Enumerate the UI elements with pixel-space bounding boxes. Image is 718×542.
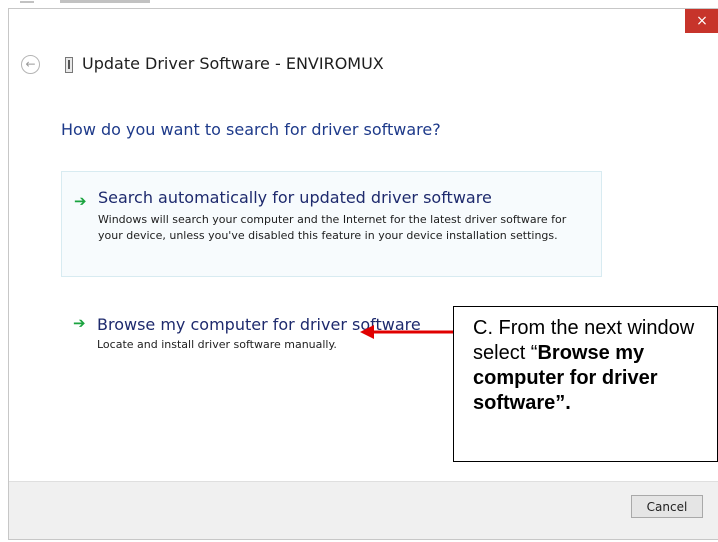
background-fragment xyxy=(20,1,34,3)
callout-line-1: C. From the next window xyxy=(473,317,695,339)
callout-line-2: select “Browse my computer for driver so… xyxy=(473,341,717,416)
callout-prefix: select “ xyxy=(473,342,538,364)
usb-device-icon xyxy=(65,57,73,73)
cancel-button[interactable]: Cancel xyxy=(631,495,703,518)
background-fragment xyxy=(60,0,150,3)
option-description: Windows will search your computer and th… xyxy=(98,213,567,242)
window-title: Update Driver Software - ENVIROMUX xyxy=(82,54,384,73)
green-arrow-icon: ➔ xyxy=(73,314,86,332)
option-title: Search automatically for updated driver … xyxy=(98,188,492,207)
instruction-callout: C. From the next window select “Browse m… xyxy=(453,306,718,462)
green-arrow-icon: ➔ xyxy=(74,192,87,210)
dialog-footer: Cancel xyxy=(9,481,718,539)
back-arrow-icon[interactable]: ← xyxy=(21,55,40,74)
search-automatically-option[interactable]: ➔ Search automatically for updated drive… xyxy=(61,171,602,277)
close-button[interactable]: × xyxy=(685,9,718,33)
background-window-fragment xyxy=(0,0,718,8)
page-question: How do you want to search for driver sof… xyxy=(61,120,441,139)
